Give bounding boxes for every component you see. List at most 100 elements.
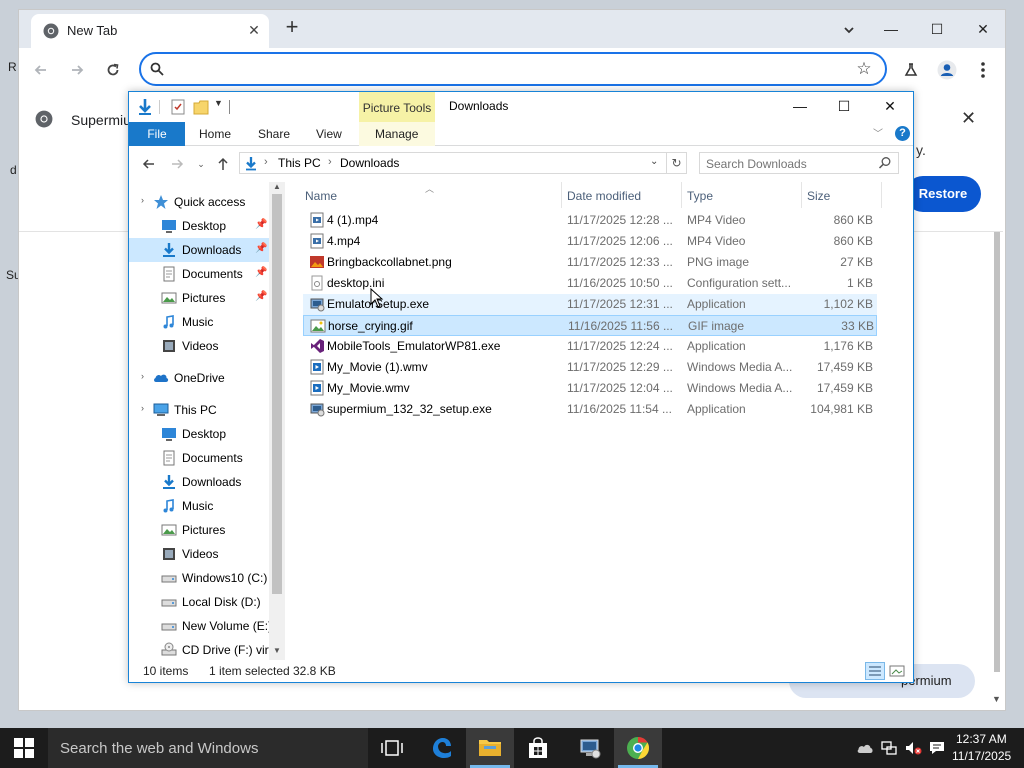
browser-close-button[interactable]: ✕: [963, 14, 1003, 44]
restore-button[interactable]: Restore: [905, 176, 981, 212]
action-center-icon[interactable]: [928, 740, 946, 756]
task-view-button[interactable]: [368, 728, 416, 768]
file-row[interactable]: MobileTools_EmulatorWP81.exe 11/17/2025 1…: [303, 336, 877, 357]
help-icon[interactable]: ?: [895, 126, 910, 141]
column-divider[interactable]: [561, 182, 562, 208]
address-bar[interactable]: › This PC › Downloads ⌄: [239, 152, 667, 174]
scroll-down-arrow-icon[interactable]: ▼: [273, 646, 281, 655]
nav-item-local-disk-d[interactable]: Local Disk (D:): [129, 590, 269, 614]
browser-minimize-button[interactable]: —: [871, 14, 911, 44]
scroll-up-arrow-icon[interactable]: ▲: [273, 182, 281, 191]
taskbar-search-box[interactable]: Search the web and Windows: [48, 728, 368, 768]
browser-tab-new-tab[interactable]: New Tab ✕: [31, 14, 269, 48]
tab-close-icon[interactable]: ✕: [245, 21, 263, 39]
properties-icon[interactable]: [171, 98, 185, 116]
taskbar-setup-app-button[interactable]: [566, 728, 614, 768]
nav-item-desktop[interactable]: Desktop 📌: [129, 214, 269, 238]
address-history-chevron-icon[interactable]: ⌄: [650, 156, 658, 167]
chevron-right-icon[interactable]: ›: [141, 403, 144, 413]
clock-time[interactable]: 12:37 AM: [956, 732, 1007, 746]
file-row[interactable]: 4.mp4 11/17/2025 12:06 ... MP4 Video 860 KB: [303, 231, 877, 252]
nav-item-documents[interactable]: Documents 📌: [129, 262, 269, 286]
address-input[interactable]: [175, 59, 835, 79]
labs-flask-icon[interactable]: [899, 58, 923, 82]
browser-maximize-button[interactable]: ☐: [917, 14, 957, 44]
explorer-close-button[interactable]: ✕: [867, 92, 913, 122]
customize-toolbar-icon[interactable]: ▼: [214, 98, 223, 116]
tab-search-button[interactable]: [837, 18, 861, 42]
nav-item-quick-access[interactable]: › Quick access: [129, 190, 269, 214]
onedrive-cloud-icon[interactable]: [856, 740, 874, 756]
tab-share[interactable]: Share: [258, 122, 290, 146]
nav-pane-scrollbar[interactable]: ▲ ▼: [269, 182, 285, 660]
taskbar-file-explorer-button[interactable]: [466, 728, 514, 768]
forward-arrow-icon[interactable]: [65, 58, 89, 82]
forward-arrow-icon[interactable]: [167, 154, 187, 174]
new-folder-icon[interactable]: [193, 98, 209, 116]
explorer-title-bar[interactable]: ▼ Picture Tools Downloads — ☐ ✕: [129, 92, 913, 122]
file-row[interactable]: Bringbackcollabnet.png 11/17/2025 12:33 .…: [303, 252, 877, 273]
taskbar-store-button[interactable]: [514, 728, 562, 768]
details-view-icon[interactable]: [865, 662, 885, 680]
file-row[interactable]: My_Movie.wmv 11/17/2025 12:04 ... Windows …: [303, 378, 877, 399]
nav-item-videos[interactable]: Videos: [129, 334, 269, 358]
column-header-size[interactable]: Size: [807, 189, 830, 203]
browser-scrollbar[interactable]: ▼: [991, 232, 1003, 708]
profile-avatar-icon[interactable]: [935, 58, 959, 82]
tab-file[interactable]: File: [129, 122, 185, 146]
file-row[interactable]: EmulatorSetup.exe11/17/2025 12:31 ...App…: [303, 294, 877, 315]
breadcrumb-separator-icon[interactable]: ›: [264, 156, 268, 168]
expand-ribbon-icon[interactable]: ﹀: [873, 125, 883, 140]
column-header-date[interactable]: Date modified: [567, 189, 641, 203]
column-header-name[interactable]: Name: [305, 189, 337, 203]
nav-item-documents[interactable]: Documents: [129, 446, 269, 470]
taskbar-supermium-button[interactable]: [614, 728, 662, 768]
column-divider[interactable]: [801, 182, 802, 208]
explorer-maximize-button[interactable]: ☐: [821, 92, 867, 122]
chevron-right-icon[interactable]: ›: [141, 371, 144, 381]
file-row[interactable]: My_Movie (1).wmv 11/17/2025 12:29 ... Wind…: [303, 357, 877, 378]
address-bar[interactable]: ☆: [139, 52, 887, 86]
nav-item-music[interactable]: Music: [129, 310, 269, 334]
volume-muted-icon[interactable]: [904, 740, 922, 756]
refresh-icon[interactable]: ↻: [667, 152, 687, 174]
up-arrow-icon[interactable]: [213, 154, 233, 174]
file-row[interactable]: desktop.ini 11/16/2025 10:50 ... Configura…: [303, 273, 877, 294]
search-input[interactable]: [706, 156, 870, 171]
nav-item-this-pc[interactable]: › This PC: [129, 398, 269, 422]
nav-item-downloads[interactable]: Downloads 📌: [129, 238, 269, 262]
new-tab-button[interactable]: +: [281, 16, 303, 38]
tab-manage[interactable]: Manage: [375, 122, 418, 146]
kebab-menu-icon[interactable]: [971, 58, 995, 82]
taskbar-edge-button[interactable]: [418, 728, 466, 768]
explorer-minimize-button[interactable]: —: [777, 92, 823, 122]
scrollbar-thumb[interactable]: [994, 232, 1000, 672]
breadcrumb-this-pc[interactable]: This PC: [278, 156, 321, 170]
reload-icon[interactable]: [101, 58, 125, 82]
suggestion-close-icon[interactable]: ✕: [961, 108, 976, 129]
column-divider[interactable]: [881, 182, 882, 208]
nav-item-desktop[interactable]: Desktop: [129, 422, 269, 446]
large-icons-view-icon[interactable]: [887, 662, 907, 680]
recent-locations-chevron-icon[interactable]: ⌄: [191, 154, 211, 174]
bookmark-star-icon[interactable]: ☆: [853, 58, 875, 80]
start-button[interactable]: [0, 728, 48, 768]
nav-item-onedrive[interactable]: › OneDrive: [129, 366, 269, 390]
nav-item-videos[interactable]: Videos: [129, 542, 269, 566]
back-arrow-icon[interactable]: [139, 154, 159, 174]
nav-item-downloads[interactable]: Downloads: [129, 470, 269, 494]
column-divider[interactable]: [681, 182, 682, 208]
breadcrumb-downloads[interactable]: Downloads: [340, 156, 399, 170]
nav-item-music[interactable]: Music: [129, 494, 269, 518]
nav-item-pictures[interactable]: Pictures: [129, 518, 269, 542]
network-icon[interactable]: [880, 740, 898, 756]
clock-date[interactable]: 11/17/2025: [952, 749, 1011, 763]
scroll-down-arrow-icon[interactable]: ▼: [992, 694, 1001, 704]
breadcrumb-separator-icon[interactable]: ›: [328, 156, 332, 168]
tab-view[interactable]: View: [316, 122, 342, 146]
file-row[interactable]: horse_crying.gif 11/16/2025 11:56 ... GIF …: [303, 315, 877, 336]
nav-item-windows10-c[interactable]: Windows10 (C:): [129, 566, 269, 590]
file-row[interactable]: 4 (1).mp4 11/17/2025 12:28 ... MP4 Video 86…: [303, 210, 877, 231]
tab-home[interactable]: Home: [199, 122, 231, 146]
search-downloads-box[interactable]: [699, 152, 899, 174]
